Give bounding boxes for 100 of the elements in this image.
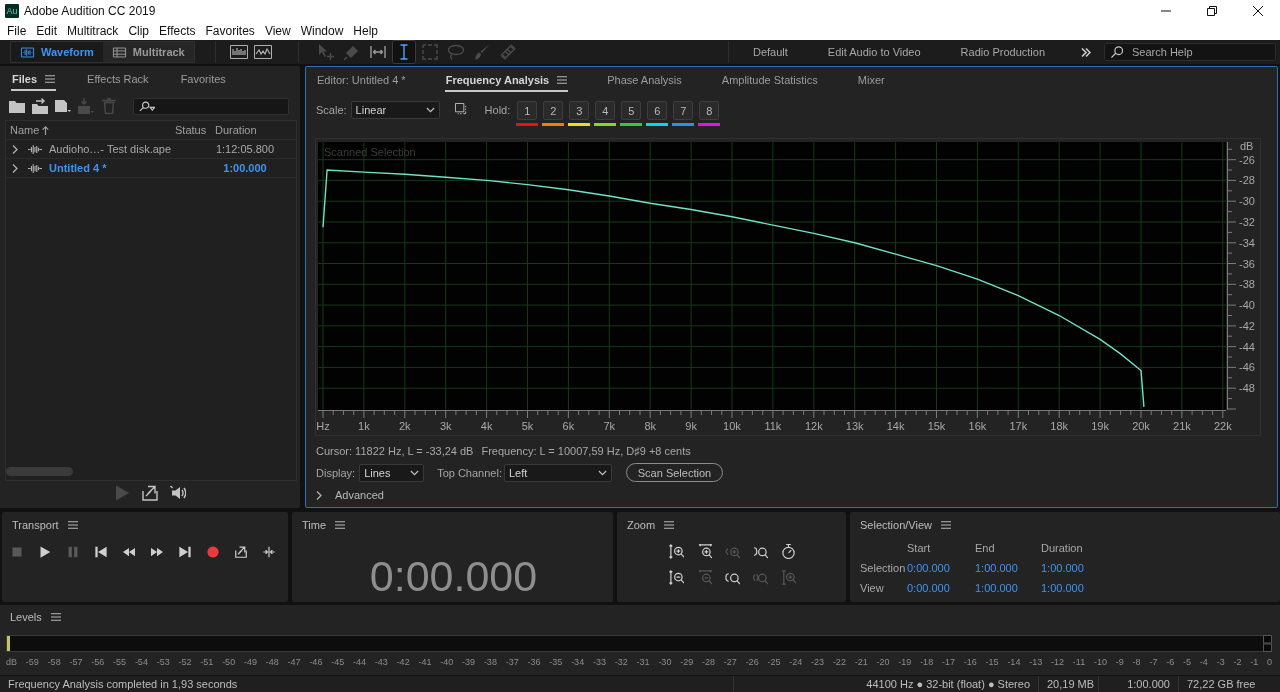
time-value[interactable]: 1:00.000 xyxy=(975,581,1041,595)
mode-button[interactable]: Waveform xyxy=(11,42,103,62)
axis-label: -36 xyxy=(1239,257,1255,270)
time-value[interactable]: 1:00.000 xyxy=(975,561,1041,575)
axis-label: -48 xyxy=(1239,382,1255,395)
zoom-out-vertical-icon[interactable] xyxy=(669,570,684,585)
menu-icon[interactable] xyxy=(335,521,346,529)
scale-label: -23 xyxy=(811,657,825,667)
folder-icon[interactable] xyxy=(9,98,25,114)
hold-button[interactable]: 8 xyxy=(699,101,720,120)
menu-icon[interactable] xyxy=(940,521,951,529)
tray-arrow-icon[interactable] xyxy=(142,485,158,501)
panel-tab[interactable]: Favorites xyxy=(179,69,227,91)
file-name[interactable]: Untitled 4 * xyxy=(49,162,209,174)
menu-icon[interactable] xyxy=(50,613,61,621)
axis-label: 7k xyxy=(603,420,616,432)
zoom-in-horizontal-icon[interactable] xyxy=(697,544,712,559)
chevron-icon[interactable] xyxy=(12,144,18,154)
menu-item[interactable]: Effects xyxy=(159,23,196,38)
folder-arrow-icon[interactable] xyxy=(32,98,48,114)
hold-button[interactable]: 6 xyxy=(647,101,668,120)
panel-tab[interactable]: Files xyxy=(11,69,57,91)
menu-item[interactable]: Favorites xyxy=(205,23,255,38)
menu-icon[interactable] xyxy=(664,521,675,529)
panel-title: Transport xyxy=(12,519,59,531)
double-chevron-icon[interactable] xyxy=(1081,47,1091,57)
menu-item[interactable]: View xyxy=(264,23,291,38)
close-icon[interactable] xyxy=(1253,5,1263,16)
speaker-icon[interactable] xyxy=(170,485,186,501)
axis-label: 19k xyxy=(1091,420,1109,432)
workspace-tab[interactable]: Edit Audio to Video xyxy=(827,46,921,58)
scale-label: -50 xyxy=(222,657,236,667)
panel-tab[interactable]: Editor: Untitled 4 * xyxy=(316,70,407,92)
scale-label: -5 xyxy=(1183,657,1192,667)
scrollbar-thumb[interactable] xyxy=(6,467,73,476)
panel-tab[interactable]: Frequency Analysis xyxy=(444,70,569,92)
i-beam-icon[interactable] xyxy=(391,40,416,64)
hold-button[interactable]: 7 xyxy=(673,101,694,120)
play-icon[interactable] xyxy=(39,546,51,558)
advanced-toggle[interactable]: Advanced xyxy=(316,488,384,502)
time-value[interactable]: 1:00.000 xyxy=(1041,581,1111,595)
row-label: View xyxy=(860,581,885,595)
chevron-icon[interactable] xyxy=(12,163,18,173)
slip-tool-icon[interactable] xyxy=(369,44,386,60)
top-channel-dropdown[interactable]: Left xyxy=(503,463,612,482)
zoom-in-vertical-icon[interactable] xyxy=(669,544,684,559)
panel-tab[interactable]: Mixer xyxy=(856,70,886,92)
panel-tab[interactable]: Amplitude Statistics xyxy=(720,70,819,92)
clip-indicator-icon[interactable] xyxy=(1263,635,1272,652)
column-header[interactable]: Status xyxy=(175,124,215,136)
column-header[interactable]: Name xyxy=(10,124,175,136)
menu-item[interactable]: Help xyxy=(353,23,379,38)
menu-icon[interactable] xyxy=(557,76,568,84)
hold-button[interactable]: 3 xyxy=(569,101,590,120)
pitch-display-icon[interactable] xyxy=(253,45,272,59)
rewind-icon[interactable] xyxy=(123,546,135,558)
hold-button[interactable]: 1 xyxy=(517,101,538,120)
fast-forward-icon[interactable] xyxy=(151,546,163,558)
skip-selection-icon[interactable] xyxy=(263,546,275,558)
time-value[interactable]: 1:00.000 xyxy=(1041,561,1111,575)
workspace-tab[interactable]: Default xyxy=(753,46,788,58)
zoom-right-bracket-icon[interactable] xyxy=(753,544,768,559)
search-field[interactable]: Search Help xyxy=(1104,43,1276,61)
menu-item[interactable]: Clip xyxy=(128,23,150,38)
column-header: Start xyxy=(907,541,932,555)
workspace-tab[interactable]: Radio Production xyxy=(960,46,1045,58)
scale-label: -19 xyxy=(898,657,912,667)
hold-button[interactable]: 4 xyxy=(595,101,616,120)
menu-item[interactable]: Multitrack xyxy=(67,23,119,38)
column-header[interactable]: Duration xyxy=(215,124,257,136)
menu-item[interactable]: Window xyxy=(300,23,344,38)
scale-label: -16 xyxy=(963,657,977,667)
new-document-icon[interactable] xyxy=(55,98,71,114)
tray-arrow-icon[interactable] xyxy=(235,546,247,558)
skip-forward-icon[interactable] xyxy=(179,546,191,558)
axis-label: 10k xyxy=(723,420,741,432)
scale-dropdown[interactable]: Linear xyxy=(350,101,440,119)
menu-icon[interactable] xyxy=(67,521,78,529)
file-name[interactable]: Audioho…- Test disk.ape xyxy=(49,143,209,155)
display-dropdown[interactable]: Lines xyxy=(359,463,425,482)
spectrogram-icon[interactable] xyxy=(229,45,248,59)
panel-tab[interactable]: Effects Rack xyxy=(86,69,150,91)
menu-item[interactable]: File xyxy=(7,23,27,38)
hold-button[interactable]: 2 xyxy=(543,101,564,120)
skip-back-icon[interactable] xyxy=(95,546,107,558)
zoom-left-bracket-icon[interactable] xyxy=(725,570,740,585)
mode-button[interactable]: Multitrack xyxy=(102,42,194,62)
hold-button[interactable]: 5 xyxy=(621,101,642,120)
axis-label: 3k xyxy=(439,420,452,432)
panel-tab[interactable]: Phase Analysis xyxy=(606,70,683,92)
record-icon[interactable] xyxy=(207,546,219,558)
search-field[interactable] xyxy=(133,97,289,115)
menu-item[interactable]: Edit xyxy=(36,23,58,38)
scale-label: -43 xyxy=(374,657,388,667)
menu-icon[interactable] xyxy=(45,75,56,83)
stopwatch-icon[interactable] xyxy=(781,544,796,559)
restore-icon[interactable] xyxy=(1207,5,1217,16)
time-value[interactable]: 0:00.000 xyxy=(907,581,975,595)
time-value[interactable]: 0:00.000 xyxy=(907,561,975,575)
frame-icon[interactable] xyxy=(454,103,468,116)
